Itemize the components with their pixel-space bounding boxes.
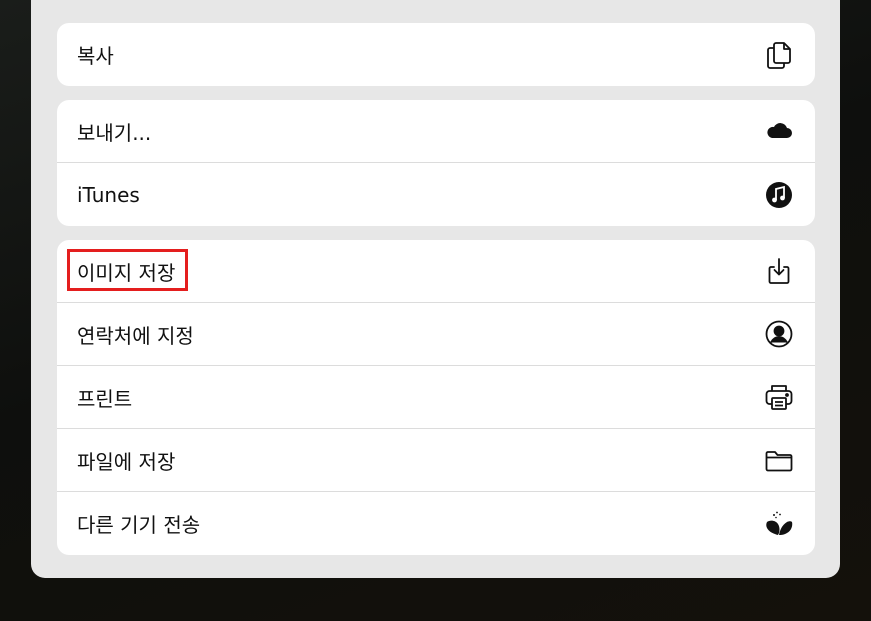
cloud-icon bbox=[763, 115, 795, 147]
menu-item-send-other-device[interactable]: 다른 기기 전송 bbox=[57, 492, 815, 555]
menu-item-label: 연락처에 지정 bbox=[77, 323, 194, 348]
menu-item-save-to-files[interactable]: 파일에 저장 bbox=[57, 429, 815, 492]
sprout-leaf-icon bbox=[763, 508, 795, 540]
menu-item-label: 다른 기기 전송 bbox=[77, 513, 201, 537]
selection-highlight-box bbox=[67, 249, 188, 291]
menu-item-label: iTunes bbox=[77, 182, 140, 207]
menu-group-send: 보내기... iTunes bbox=[57, 100, 815, 226]
menu-item-print[interactable]: 프린트 bbox=[57, 366, 815, 429]
menu-group-copy: 복사 bbox=[57, 23, 815, 86]
save-download-icon bbox=[763, 255, 795, 287]
printer-icon bbox=[763, 381, 795, 413]
menu-item-label: 프린트 bbox=[77, 386, 133, 411]
copy-icon bbox=[763, 39, 795, 71]
menu-item-send[interactable]: 보내기... bbox=[57, 100, 815, 163]
menu-item-assign-contact[interactable]: 연락처에 지정 bbox=[57, 303, 815, 366]
menu-item-label: 파일에 저장 bbox=[77, 449, 176, 474]
menu-item-label: 보내기... bbox=[77, 120, 152, 145]
menu-item-label: 복사 bbox=[77, 44, 114, 68]
menu-item-copy[interactable]: 복사 bbox=[57, 23, 815, 86]
menu-item-itunes[interactable]: iTunes bbox=[57, 163, 815, 226]
folder-icon bbox=[763, 444, 795, 476]
person-circle-icon bbox=[763, 318, 795, 350]
music-note-icon bbox=[763, 179, 795, 211]
